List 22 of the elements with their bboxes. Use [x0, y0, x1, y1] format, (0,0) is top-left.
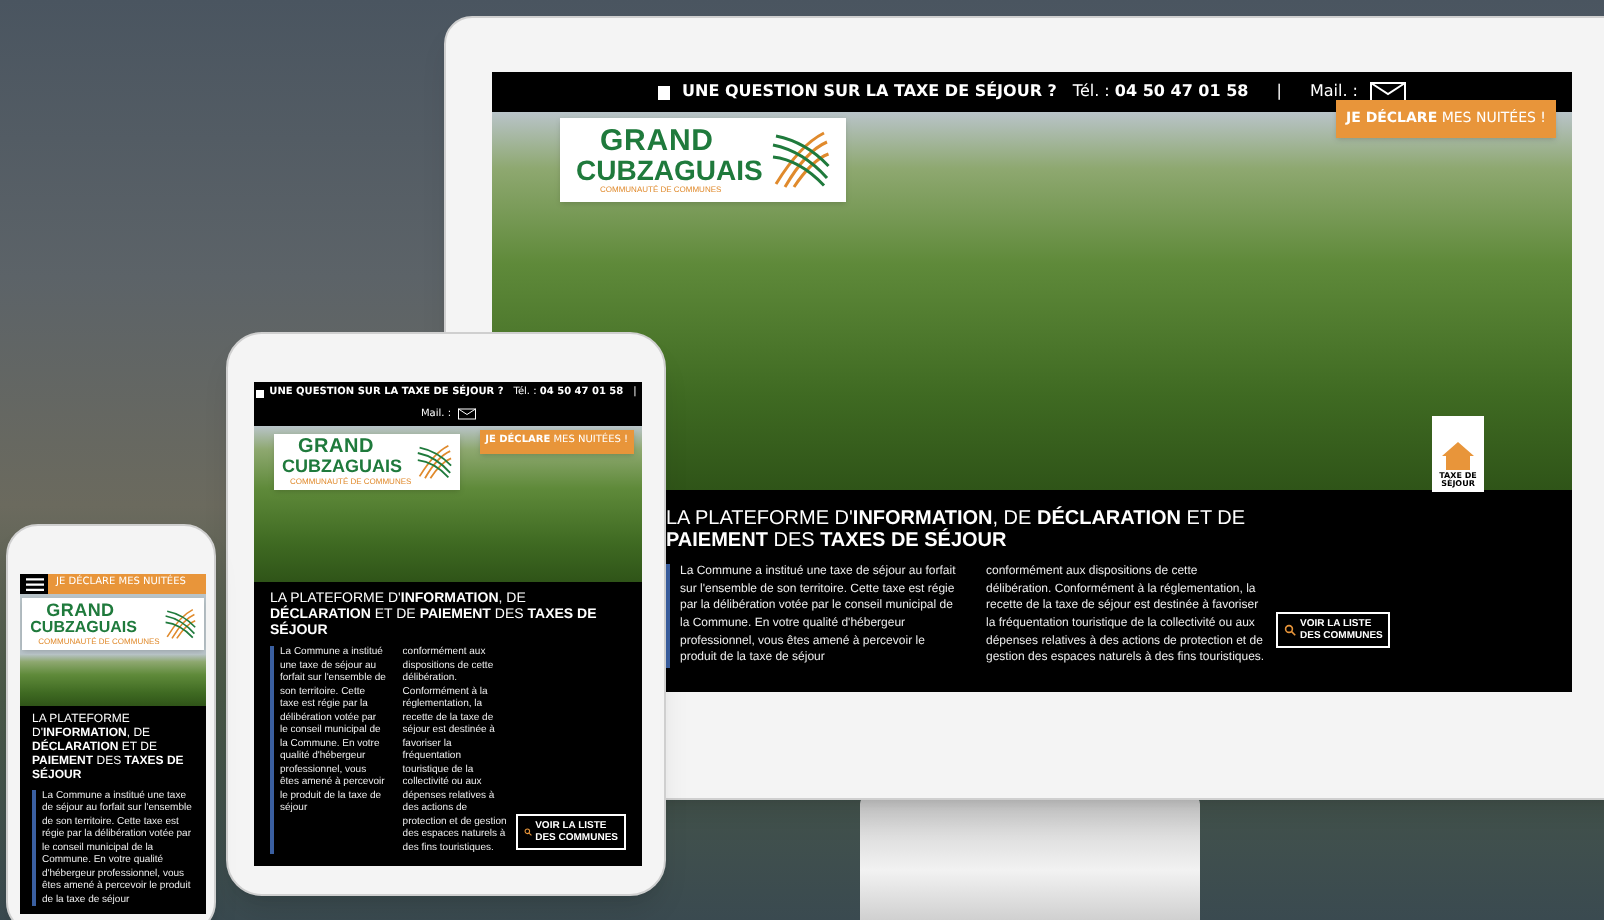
- menu-button[interactable]: [20, 574, 48, 594]
- logo-text: CUBZAGUAIS: [30, 620, 139, 636]
- house-icon: [1440, 440, 1476, 472]
- mail-label: Mail. :: [1309, 80, 1358, 104]
- headline: LA PLATEFORME D'INFORMATION, DE DÉCLARATION ET DE PAIEMENT DES TAXES DE SÉJOUR: [666, 507, 1248, 554]
- search-icon: [523, 827, 532, 836]
- swoosh-icon: [770, 130, 831, 190]
- square-icon: [255, 389, 264, 398]
- menu-icon: [25, 577, 43, 591]
- mail-icon[interactable]: [457, 408, 476, 421]
- square-icon: [658, 85, 671, 99]
- logo-text: GRAND: [44, 602, 117, 620]
- search-icon: [1284, 623, 1296, 636]
- separator-text: |: [1276, 80, 1282, 104]
- swoosh-icon: [415, 444, 452, 480]
- logo-text: GRAND: [598, 126, 716, 156]
- question-text: UNE QUESTION SUR LA TAXE DE SÉJOUR ?: [682, 80, 1057, 104]
- logo-text: CUBZAGUAIS: [576, 156, 763, 184]
- logo-text: GRAND: [296, 438, 376, 458]
- phone-text: Tél. : 04 50 47 01 58: [1072, 80, 1249, 104]
- swoosh-icon: [163, 608, 196, 640]
- logo-text: CUBZAGUAIS: [282, 458, 404, 476]
